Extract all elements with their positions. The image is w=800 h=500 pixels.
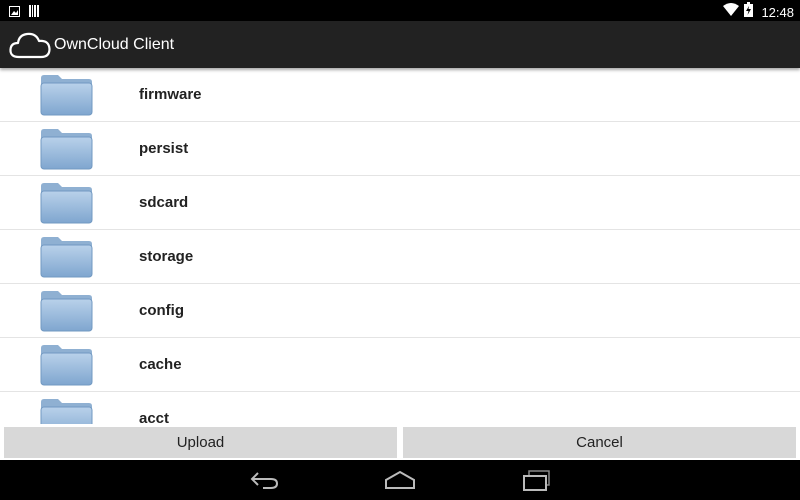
folder-name: cache <box>139 356 182 373</box>
button-row: Upload Cancel <box>0 424 800 460</box>
recents-icon[interactable] <box>516 468 556 492</box>
wifi-icon <box>723 3 740 21</box>
battery-charging-icon <box>744 2 754 22</box>
folder-icon <box>40 398 93 424</box>
folder-name: firmware <box>139 86 202 103</box>
upload-button[interactable]: Upload <box>4 427 397 458</box>
list-item[interactable]: firmware <box>0 68 800 122</box>
folder-icon <box>40 74 93 116</box>
home-icon[interactable] <box>380 468 420 492</box>
folder-icon <box>40 344 93 386</box>
folder-icon <box>40 236 93 278</box>
list-item[interactable]: persist <box>0 122 800 176</box>
list-item[interactable]: cache <box>0 338 800 392</box>
back-icon[interactable] <box>245 468 285 492</box>
app-title: OwnCloud Client <box>54 35 175 53</box>
folder-name: acct <box>139 410 170 424</box>
action-bar: OwnCloud Client <box>0 21 800 68</box>
folder-icon <box>40 182 93 224</box>
barcode-notification-icon <box>29 4 39 22</box>
list-item[interactable]: config <box>0 284 800 338</box>
image-notification-icon <box>9 4 20 22</box>
list-item[interactable]: storage <box>0 230 800 284</box>
folder-icon <box>40 290 93 332</box>
folder-name: storage <box>139 248 194 265</box>
cancel-button[interactable]: Cancel <box>403 427 796 458</box>
folder-list[interactable]: firmware persist sdcard storage config c… <box>0 68 800 424</box>
list-item[interactable]: acct <box>0 392 800 424</box>
list-item[interactable]: sdcard <box>0 176 800 230</box>
folder-name: sdcard <box>139 194 189 211</box>
cloud-icon[interactable] <box>9 29 51 61</box>
folder-name: config <box>139 302 184 319</box>
folder-name: persist <box>139 140 189 157</box>
folder-icon <box>40 128 93 170</box>
navigation-bar <box>0 460 800 500</box>
status-time: 12:48 <box>761 4 794 20</box>
status-bar: 12:48 <box>0 0 800 21</box>
